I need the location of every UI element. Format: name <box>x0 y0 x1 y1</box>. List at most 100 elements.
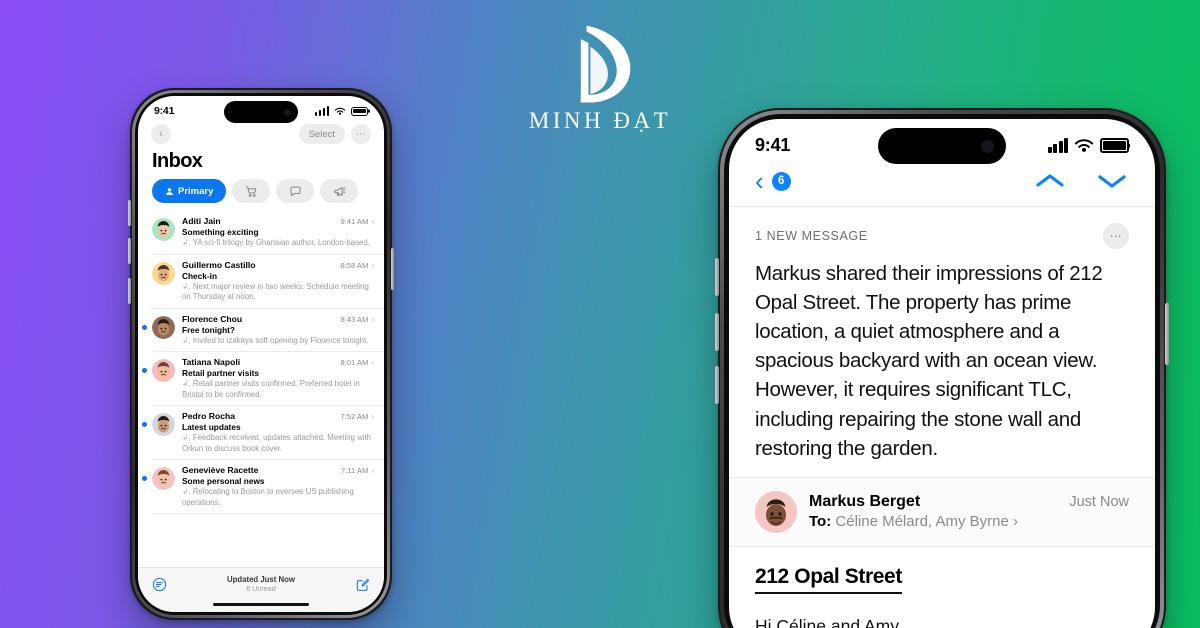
inbox-unread-count: 6 Unread <box>246 584 276 593</box>
list-item-preview: ↲, Next major review in two weeks. Sched… <box>182 282 374 303</box>
chevron-right-icon[interactable]: › <box>371 412 374 421</box>
list-item[interactable]: Geneviève Racette 7:11 AM › Some personal n… <box>142 460 384 515</box>
list-item-preview-text: Retail partner visits confirmed. Preferr… <box>182 379 360 399</box>
list-item-content: Aditi Jain 9:41 AM › Something exciting ↲, Y… <box>182 216 374 249</box>
list-item-preview: ↲, Feedback received, updates attached. … <box>182 433 374 454</box>
compose-icon[interactable] <box>355 577 370 592</box>
signal-bars-icon <box>314 106 329 116</box>
ai-summary-text: Markus shared their impressions of 212 O… <box>755 262 1103 460</box>
recipients-row[interactable]: To: Céline Mélard, Amy Byrne › <box>809 513 1129 530</box>
avatar <box>152 218 175 241</box>
inbox-nav-bar: ‹ Select ⋯ <box>138 120 384 144</box>
sender-card[interactable]: Markus Berget Just Now To: Céline Mélard… <box>729 476 1155 547</box>
reply-arrow-icon: ↲, <box>182 238 191 247</box>
unread-dot <box>142 324 147 330</box>
phone-left-screen: 9:41 ‹ Select ⋯ Inbox Primary Aditi Jain… <box>138 96 384 612</box>
filter-pill-primary[interactable]: Primary <box>152 179 227 203</box>
back-button[interactable]: ‹ <box>151 124 171 144</box>
promo-banner: MINH ĐẠT 9:41 ‹ Select ⋯ Inbox Primary A… <box>0 0 1200 628</box>
list-item[interactable]: Tatiana Napoli 8:01 AM › Retail partner vis… <box>142 352 384 407</box>
power-button[interactable] <box>1165 303 1169 365</box>
list-item-content: Geneviève Racette 7:11 AM › Some personal n… <box>182 465 374 508</box>
volume-down-button[interactable] <box>715 366 719 404</box>
list-item[interactable]: Aditi Jain 9:41 AM › Something exciting ↲, Y… <box>152 211 384 255</box>
list-item-preview: ↲, Retail partner visits confirmed. Pref… <box>182 379 374 400</box>
avatar <box>152 413 175 437</box>
list-item-sender: Pedro Rocha <box>182 411 236 422</box>
list-item[interactable]: Pedro Rocha 7:52 AM › Latest updates ↲, Feed… <box>142 406 384 461</box>
list-item-preview-text: Next major review in two weeks. Schedule… <box>182 281 369 302</box>
list-item[interactable]: Florence Chou 8:43 AM › Free tonight? ↲, Inv… <box>142 309 384 353</box>
phone-right-message: 9:41 ‹ 6 1 NEW MESSAGE ⋯ Markus shared t… <box>715 108 1169 628</box>
list-item-sender: Geneviève Racette <box>182 465 259 476</box>
chevron-right-icon[interactable]: › <box>1013 513 1018 530</box>
chevron-down-icon[interactable] <box>1095 171 1129 191</box>
list-item-sender: Guillermo Castillo <box>182 259 256 270</box>
reply-arrow-icon: ↲, <box>182 487 191 497</box>
chat-bubble-icon <box>290 186 301 196</box>
sender-name: Markus Berget <box>809 493 921 511</box>
list-item-preview-text: Relocating to Boston to oversee US publi… <box>182 487 354 507</box>
list-item-preview: ↲, Invited to izakaya soft opening by Fl… <box>182 336 374 347</box>
list-item[interactable]: Guillermo Castillo 8:58 AM › Check-in ↲, Nex… <box>152 255 384 309</box>
reply-arrow-icon: ↲, <box>182 335 191 345</box>
chevron-right-icon[interactable]: › <box>371 261 374 270</box>
avatar <box>152 261 175 285</box>
signal-bars-icon <box>1047 138 1068 153</box>
power-button[interactable] <box>391 248 394 290</box>
list-item-subject: Free tonight? <box>182 324 236 335</box>
chevron-up-icon[interactable] <box>1033 171 1067 191</box>
volume-up-button[interactable] <box>715 313 719 351</box>
silent-switch[interactable] <box>715 258 719 296</box>
filter-pill-promotions[interactable] <box>320 179 359 203</box>
inbox-message-list[interactable]: Aditi Jain 9:41 AM › Something exciting ↲, Y… <box>138 211 384 567</box>
wifi-icon <box>334 107 346 115</box>
volume-up-button[interactable] <box>128 238 131 264</box>
more-options-button[interactable]: ⋯ <box>1103 223 1129 249</box>
battery-full-icon <box>1100 138 1129 153</box>
wifi-icon <box>1074 138 1094 152</box>
list-item-subject: Retail partner visits <box>182 368 260 379</box>
front-camera-icon <box>981 139 994 153</box>
list-item-content: Florence Chou 8:43 AM › Free tonight? ↲, Inv… <box>182 314 374 347</box>
list-item-content: Guillermo Castillo 8:58 AM › Check-in ↲, Nex… <box>182 260 374 303</box>
silent-switch[interactable] <box>128 200 131 226</box>
back-button[interactable]: ‹ <box>755 168 764 194</box>
battery-full-icon <box>351 106 368 116</box>
list-item-content: Tatiana Napoli 8:01 AM › Retail partner vis… <box>182 357 374 400</box>
list-item-preview: ↲, Relocating to Boston to oversee US pu… <box>182 487 374 508</box>
select-button[interactable]: Select <box>298 124 345 144</box>
front-camera-icon <box>284 108 291 116</box>
more-options-button[interactable]: ⋯ <box>351 124 371 144</box>
filter-lines-icon[interactable] <box>152 577 167 592</box>
list-item-subject: Something exciting <box>182 227 259 237</box>
avatar <box>152 359 175 383</box>
list-item-time: 8:58 AM <box>340 260 369 270</box>
megaphone-icon <box>334 186 346 196</box>
message-nav-bar: ‹ 6 <box>729 162 1155 207</box>
chevron-right-icon[interactable]: › <box>371 358 374 367</box>
list-item-preview: ↲, YA sci-fi trilogy by Ghanaian author,… <box>182 238 374 249</box>
chevron-right-icon[interactable]: › <box>371 217 374 226</box>
list-item-subject: Check-in <box>182 270 218 281</box>
summary-header: 1 NEW MESSAGE ⋯ <box>729 207 1155 253</box>
avatar <box>152 315 175 339</box>
filter-pill-transactions[interactable] <box>232 179 271 203</box>
chevron-right-icon[interactable]: › <box>371 466 374 475</box>
list-item-content: Pedro Rocha 7:52 AM › Latest updates ↲, Feed… <box>182 411 374 454</box>
list-item-subject: Latest updates <box>182 422 241 433</box>
phone-left-inbox: 9:41 ‹ Select ⋯ Inbox Primary Aditi Jain… <box>128 88 394 620</box>
volume-down-button[interactable] <box>128 278 131 304</box>
home-indicator[interactable] <box>138 597 384 612</box>
dynamic-island <box>878 128 1006 164</box>
list-item-time: 7:11 AM <box>341 466 369 476</box>
reply-arrow-icon: ↲, <box>182 433 191 443</box>
person-icon <box>166 187 173 195</box>
filter-pill-updates[interactable] <box>276 179 315 203</box>
list-item-subject: Some personal news <box>182 476 265 487</box>
unread-badge[interactable]: 6 <box>771 171 791 191</box>
chevron-right-icon[interactable]: › <box>371 315 374 324</box>
dynamic-island <box>224 101 298 123</box>
reply-arrow-icon: ↲, <box>182 379 191 389</box>
list-item-time: 8:43 AM <box>340 314 369 324</box>
